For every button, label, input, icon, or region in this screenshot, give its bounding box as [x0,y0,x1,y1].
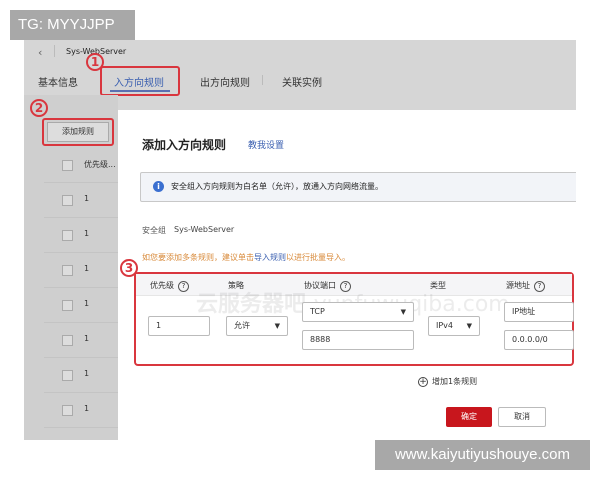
row-checkbox[interactable] [62,335,73,346]
protocol-port-label: 协议端口? [304,280,351,292]
drawer-title: 添加入方向规则 [142,138,227,152]
selected-value: IPv4 [436,321,454,330]
tab-outbound-rules[interactable]: 出方向规则 [200,74,250,89]
table-row: 1 [44,253,118,288]
add-inbound-rule-drawer: 添加入方向规则 教我设置 i 安全组入方向规则为白名单（允许），放通入方向网络流… [118,110,576,440]
help-icon[interactable]: ? [178,281,189,292]
caret-down-icon: ▼ [400,308,406,316]
security-group-label: 安全组 [142,226,166,235]
hint-text: 以进行批量导入。 [286,253,350,262]
caret-down-icon: ▼ [274,322,280,330]
cancel-button[interactable]: 取消 [498,407,546,427]
row-priority: 1 [84,194,90,203]
info-text: 安全组入方向规则为白名单（允许），放通入方向网络流量。 [171,182,383,191]
confirm-button[interactable]: 确定 [446,407,492,427]
info-banner: i 安全组入方向规则为白名单（允许），放通入方向网络流量。 [140,172,576,202]
priority-label: 优先级? [150,280,189,292]
label-text: 优先级 [150,281,174,290]
source-label: 源地址? [506,280,545,292]
row-priority: 1 [84,299,90,308]
watermark-cn: 云服务器吧 [196,292,307,317]
label-text: 源地址 [506,281,530,290]
tab-basic-info[interactable]: 基本信息 [38,74,78,89]
help-link[interactable]: 教我设置 [248,138,284,151]
column-header-priority: 优先级... [84,160,116,169]
row-priority: 1 [84,404,90,413]
tab-inbound-rules[interactable]: 入方向规则 [114,74,164,89]
row-checkbox[interactable] [62,300,73,311]
row-checkbox[interactable] [62,265,73,276]
select-all-checkbox[interactable] [62,160,73,171]
info-icon: i [153,181,164,192]
row-priority: 1 [84,369,90,378]
url-watermark: www.kaiyutiyushouye.com [375,440,590,470]
action-select[interactable]: 允许 ▼ [226,316,288,336]
help-icon[interactable]: ? [534,281,545,292]
source-type-select[interactable]: IP地址 [504,302,574,322]
table-row: 1 [44,218,118,253]
active-tab-underline [110,90,170,92]
table-row: 1 [44,323,118,358]
row-checkbox[interactable] [62,405,73,416]
action-label: 策略 [228,281,244,290]
batch-import-hint: 如您要添加多条规则，建议单击导入规则以进行批量导入。 [142,252,350,263]
plus-circle-icon: + [418,377,428,387]
port-input[interactable]: 8888 [302,330,414,350]
table-row: 1 [44,393,118,428]
rule-form: 云服务器吧 yunfuwuqiba.com 优先级? 策略 协议端口? 类型 源… [134,272,574,366]
divider [54,45,55,57]
table-row: 1 [44,183,118,218]
label-text: 协议端口 [304,281,336,290]
row-priority: 1 [84,264,90,273]
add-rule-button[interactable]: 添加规则 [47,122,109,142]
step-marker-1: 1 [86,53,104,71]
screenshot: ‹ Sys-WebServer 基本信息 入方向规则 出方向规则 关联实例 1 … [24,40,576,440]
add-one-rule-button[interactable]: + 增加1条规则 [418,376,477,387]
list-header: 优先级... [44,148,118,183]
row-checkbox[interactable] [62,195,73,206]
row-priority: 1 [84,334,90,343]
hint-text: 如您要添加多条规则，建议单击 [142,253,254,262]
source-input[interactable]: 0.0.0.0/0 [504,330,574,350]
row-checkbox[interactable] [62,370,73,381]
step-marker-2: 2 [30,99,48,117]
import-rules-link[interactable]: 导入规则 [254,253,286,262]
selected-value: 允许 [234,321,250,330]
selected-value: TCP [310,307,325,316]
help-icon[interactable]: ? [340,281,351,292]
table-row: 1 [44,358,118,393]
protocol-select[interactable]: TCP ▼ [302,302,414,322]
add-rule-label: 增加1条规则 [432,377,478,386]
security-group-value: Sys-WebServer [174,225,235,234]
type-select[interactable]: IPv4 ▼ [428,316,480,336]
row-priority: 1 [84,229,90,238]
priority-input[interactable]: 1 [148,316,210,336]
back-icon[interactable]: ‹ [38,46,42,59]
caret-down-icon: ▼ [466,322,472,330]
row-checkbox[interactable] [62,230,73,241]
tag-label: TG: MYYJJPP [10,10,135,40]
type-label: 类型 [430,281,446,290]
divider [262,75,263,85]
tab-associated-instances[interactable]: 关联实例 [282,74,322,89]
table-row: 1 [44,288,118,323]
